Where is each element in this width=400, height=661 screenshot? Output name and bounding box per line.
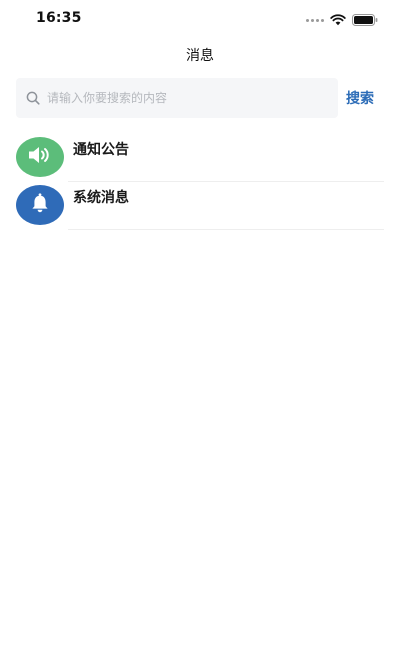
search-button[interactable]: 搜索 [346, 88, 374, 108]
message-list: 通知公告 系统消息 [0, 134, 400, 230]
battery-icon [352, 11, 378, 30]
system-avatar [16, 185, 64, 225]
cellular-signal-icon [306, 19, 324, 22]
notice-avatar [16, 137, 64, 177]
status-time: 16:35 [36, 10, 82, 26]
divider [68, 229, 384, 230]
status-bar: 16:35 [0, 0, 400, 36]
list-item-system[interactable]: 系统消息 [0, 182, 400, 230]
wifi-icon [330, 11, 346, 30]
search-box[interactable] [16, 78, 338, 118]
search-icon [26, 91, 40, 105]
status-indicators [306, 11, 378, 30]
list-item-notice[interactable]: 通知公告 [0, 134, 400, 182]
page-title: 消息 [186, 48, 214, 64]
list-item-label: 系统消息 [73, 190, 129, 206]
bell-icon [29, 192, 51, 218]
list-item-label: 通知公告 [73, 142, 129, 158]
speaker-icon [27, 144, 53, 170]
messages-screen: 16:35 消息 请输入你要搜索的内容 搜索 通知公告 系统消息 [0, 0, 400, 661]
search-input[interactable] [47, 91, 317, 105]
